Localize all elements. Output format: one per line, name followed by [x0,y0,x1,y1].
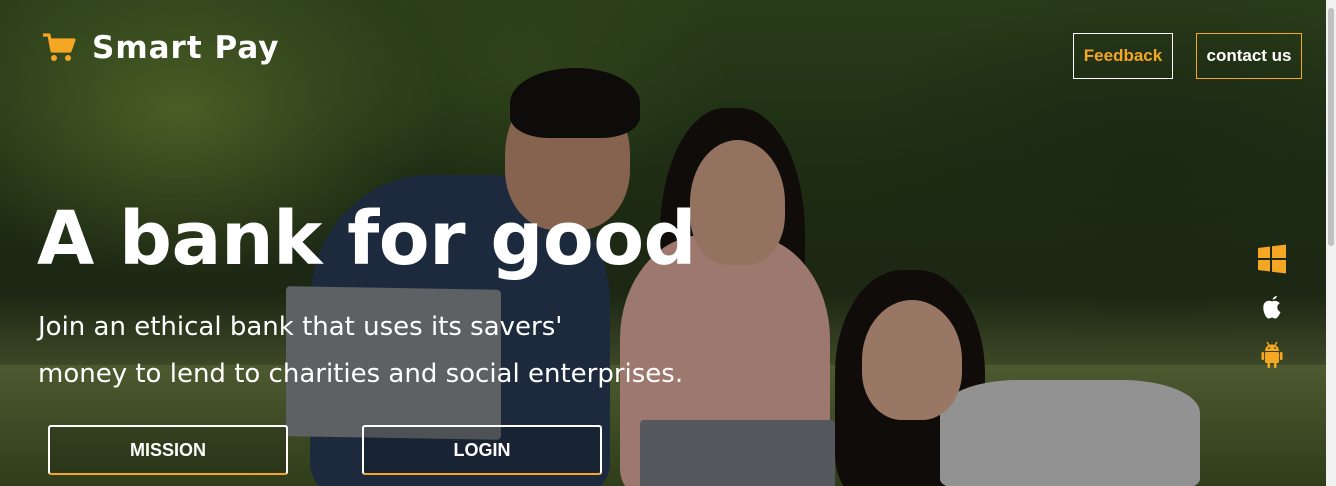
hero-subtext-line-1: Join an ethical bank that uses its saver… [38,312,563,342]
windows-icon[interactable] [1256,243,1288,275]
feedback-button[interactable]: Feedback [1073,33,1173,79]
shopping-cart-icon [43,33,76,61]
login-button[interactable]: LOGIN [362,425,602,475]
page-scrollbar[interactable] [1326,0,1336,486]
mission-button[interactable]: MISSION [48,425,288,475]
scrollbar-thumb[interactable] [1328,8,1334,246]
hero-subtext: Join an ethical bank that uses its saver… [38,304,718,398]
android-icon[interactable] [1256,339,1288,371]
brand-logo[interactable]: Smart Pay [42,30,280,66]
apple-icon[interactable] [1256,291,1288,323]
hero-headline: A bank for good [37,196,697,282]
contact-us-button[interactable]: contact us [1196,33,1302,79]
platform-download-links [1256,243,1290,387]
brand-name: Smart Pay [92,30,280,66]
hero-subtext-line-2: money to lend to charities and social en… [38,359,684,389]
